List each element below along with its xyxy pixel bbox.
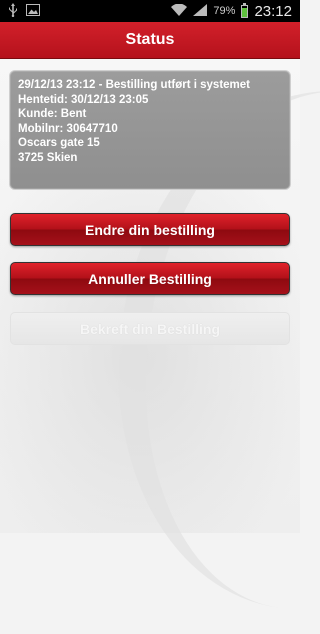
confirm-order-button: Bekreft din Bestilling <box>10 312 290 345</box>
cancel-order-button[interactable]: Annuller Bestilling <box>10 262 290 295</box>
clock: 23:12 <box>254 2 292 20</box>
order-info-line: Oscars gate 15 <box>18 137 100 149</box>
order-info-line: Kunde: Bent <box>18 108 87 120</box>
battery-percent: 79% <box>213 5 236 17</box>
order-info-line: 3725 Skien <box>18 151 78 164</box>
image-icon <box>26 4 40 18</box>
usb-icon <box>8 3 18 19</box>
wifi-icon <box>171 3 188 18</box>
status-bar: 79% 23:12 <box>0 0 300 22</box>
order-info-line: 29/12/13 23:12 - Bestilling utført i sys… <box>18 79 251 91</box>
battery-icon <box>241 2 249 18</box>
battery-level <box>242 7 248 17</box>
order-info-panel: 29/12/13 23:12 - Bestilling utført i sys… <box>9 70 291 190</box>
change-order-button[interactable]: Endre din bestilling <box>10 213 290 246</box>
order-info-line: Hentetid: 30/12/13 23:05 <box>18 93 149 106</box>
order-info-line: Mobilnr: 30647710 <box>18 122 118 135</box>
signal-icon <box>193 4 208 18</box>
title-bar: Status <box>0 22 300 59</box>
page-title: Status <box>125 31 175 48</box>
